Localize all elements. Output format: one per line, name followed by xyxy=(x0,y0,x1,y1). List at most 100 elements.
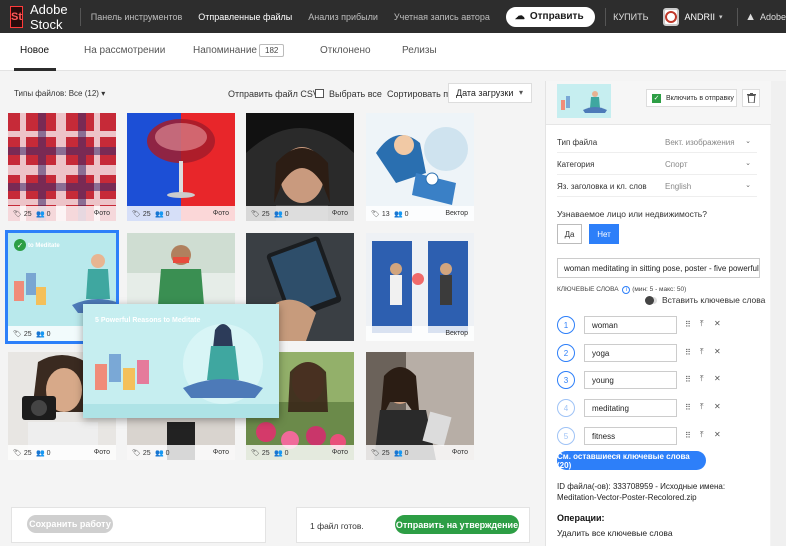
upload-csv-link[interactable]: Отправить файл CSV xyxy=(228,89,319,99)
card-meta: 🏷 25 👥 0 Фото xyxy=(8,445,116,460)
file-type-label: Фото xyxy=(93,210,110,217)
app-title[interactable]: Adobe Stock xyxy=(30,2,68,32)
close-icon[interactable]: ✕ xyxy=(714,430,721,439)
file-card-woman-tablet[interactable]: 🏷 25 👥 0 Фото xyxy=(366,352,474,460)
thumbnail-caption: to Meditate xyxy=(28,243,60,249)
drag-handle-icon[interactable]: ⠿ xyxy=(685,375,691,384)
divider xyxy=(736,7,738,26)
file-type-label: Фото xyxy=(212,449,229,456)
panel-scrollbar[interactable] xyxy=(771,81,786,546)
category-value: Спорт xyxy=(665,160,688,169)
no-button[interactable]: Нет xyxy=(589,224,619,244)
selected-file-thumbnail xyxy=(557,84,611,118)
language-label: Яз. заголовка и кл. слов xyxy=(557,182,647,191)
submit-bar: 1 файл готов. Отправить на утверждение xyxy=(296,507,530,543)
tag-count: 🏷 25 xyxy=(13,450,32,457)
sort-select[interactable]: Дата загрузки ▾ xyxy=(448,83,532,103)
nav-dashboard[interactable]: Панель инструментов xyxy=(91,12,183,22)
sort-label: Сортировать по xyxy=(387,89,454,99)
info-icon[interactable]: i xyxy=(622,286,631,294)
move-to-top-icon[interactable]: ⤒ xyxy=(700,430,704,440)
chevron-down-icon: ▾ xyxy=(101,89,106,98)
stock-logo[interactable]: St xyxy=(10,5,23,28)
show-more-keywords-button[interactable]: См. оставшиеся ключевые слова (20) xyxy=(557,451,706,470)
people-count: 👥 0 xyxy=(394,211,409,218)
keyword-input[interactable]: meditating xyxy=(584,399,677,417)
file-card-glass[interactable]: 🏷 25 👥 0 Фото xyxy=(127,113,235,221)
drag-handle-icon[interactable]: ⠿ xyxy=(685,320,691,329)
active-tab-indicator xyxy=(14,68,56,71)
chevron-down-icon: ⌄ xyxy=(745,182,751,189)
nav-earnings[interactable]: Анализ прибыли xyxy=(308,12,378,22)
tab-new[interactable]: Новое xyxy=(20,45,49,56)
adobe-label: Adobe xyxy=(759,11,786,22)
tab-in-review[interactable]: На рассмотрении xyxy=(84,45,165,56)
move-to-top-icon[interactable]: ⤒ xyxy=(700,347,704,357)
close-icon[interactable]: ✕ xyxy=(714,319,721,328)
file-type-label: Фото xyxy=(212,210,229,217)
upload-button[interactable]: ☁ Отправить xyxy=(505,6,595,27)
tab-reminder[interactable]: Напоминание xyxy=(193,45,257,56)
delete-all-keywords-link[interactable]: Удалить все ключевые слова xyxy=(557,528,673,538)
drag-handle-icon[interactable]: ⠿ xyxy=(685,403,691,412)
chevron-down-icon: ⌄ xyxy=(745,160,751,167)
file-card-couple-vector[interactable]: Вектор xyxy=(366,233,474,341)
avatar[interactable] xyxy=(662,7,679,26)
upload-button-label: Отправить xyxy=(529,11,584,22)
language-field[interactable]: Яз. заголовка и кл. слов English ⌄ xyxy=(557,177,757,197)
keyword-input[interactable]: young xyxy=(584,371,677,389)
drag-handle-icon[interactable]: ⠿ xyxy=(685,348,691,357)
tab-rejected[interactable]: Отклонено xyxy=(320,45,371,56)
file-type-label: Фото xyxy=(331,210,348,217)
keyword-input[interactable]: woman xyxy=(584,316,677,334)
file-type-field[interactable]: Тип файла Вект. изображения ⌄ xyxy=(557,133,757,153)
category-field[interactable]: Категория Спорт ⌄ xyxy=(557,155,757,175)
drag-handle-icon[interactable]: ⠿ xyxy=(685,431,691,440)
tag-count: 🏷 25 xyxy=(13,331,32,338)
move-to-top-icon[interactable]: ⤒ xyxy=(700,374,704,384)
close-icon[interactable]: ✕ xyxy=(714,347,721,356)
insert-keywords-toggle[interactable] xyxy=(645,296,657,305)
file-type-filter-label: Типы файлов: Все (12) xyxy=(14,89,99,98)
delete-button[interactable] xyxy=(742,89,760,107)
nav-contributor-account[interactable]: Учетная запись автора xyxy=(394,12,490,22)
tab-releases[interactable]: Релизы xyxy=(402,45,437,56)
user-name[interactable]: ANDRII xyxy=(685,12,716,22)
adobe-logo[interactable]: ▲ Adobe xyxy=(745,11,786,23)
keyword-input[interactable]: yoga xyxy=(584,344,677,362)
tag-count: 🏷 25 xyxy=(251,450,270,457)
submit-for-review-button[interactable]: Отправить на утверждение xyxy=(395,515,519,534)
language-value: English xyxy=(665,182,692,191)
buy-link[interactable]: КУПИТЬ xyxy=(613,12,648,22)
file-type-filter[interactable]: Типы файлов: Все (12) ▾ xyxy=(14,89,105,98)
panel-header: ✓ Включить в отправку xyxy=(546,81,771,125)
sort-value: Дата загрузки xyxy=(456,88,514,98)
include-in-submission-checkbox[interactable]: ✓ Включить в отправку xyxy=(646,89,737,107)
card-meta: 🏷 25 👥 0 Фото xyxy=(127,206,235,221)
thumbnail-woman-tablet xyxy=(366,352,474,460)
select-all-label[interactable]: Выбрать все xyxy=(329,89,382,99)
file-id-info: ID файла(-ов): 333708959 - Исходные имен… xyxy=(557,482,726,502)
keywords-label: КЛЮЧЕВЫЕ СЛОВА i (мин: 5 - макс: 50) xyxy=(557,286,687,294)
file-card-plaid[interactable]: 🏷 25 👥 0 Фото xyxy=(8,113,116,221)
file-card-doctor-vector[interactable]: 🏷 13 👥 0 Вектор xyxy=(366,113,474,221)
file-type-label: Фото xyxy=(93,449,110,456)
close-icon[interactable]: ✕ xyxy=(714,402,721,411)
chevron-down-icon[interactable]: ▾ xyxy=(719,13,723,21)
close-icon[interactable]: ✕ xyxy=(714,374,721,383)
card-meta: 🏷 25 👥 0 Фото xyxy=(8,206,116,221)
selected-check-icon[interactable]: ✓ xyxy=(14,239,26,251)
nav-uploaded-files[interactable]: Отправленные файлы xyxy=(198,12,292,22)
people-count: 👥 0 xyxy=(274,211,289,218)
status-tabs: Новое На рассмотрении Напоминание 182 От… xyxy=(0,33,786,71)
move-to-top-icon[interactable]: ⤒ xyxy=(700,319,704,329)
yes-button[interactable]: Да xyxy=(557,224,582,244)
save-work-button[interactable]: Сохранить работу xyxy=(27,515,113,533)
select-all-checkbox[interactable] xyxy=(315,89,324,98)
title-input[interactable]: woman meditating in sitting pose, poster… xyxy=(557,258,760,278)
move-to-top-icon[interactable]: ⤒ xyxy=(700,402,704,412)
people-count: 👥 0 xyxy=(155,211,170,218)
save-bar: Сохранить работу xyxy=(11,507,266,543)
keyword-input[interactable]: fitness xyxy=(584,427,677,445)
file-card-portrait-umbrella[interactable]: 🏷 25 👥 0 Фото xyxy=(246,113,354,221)
